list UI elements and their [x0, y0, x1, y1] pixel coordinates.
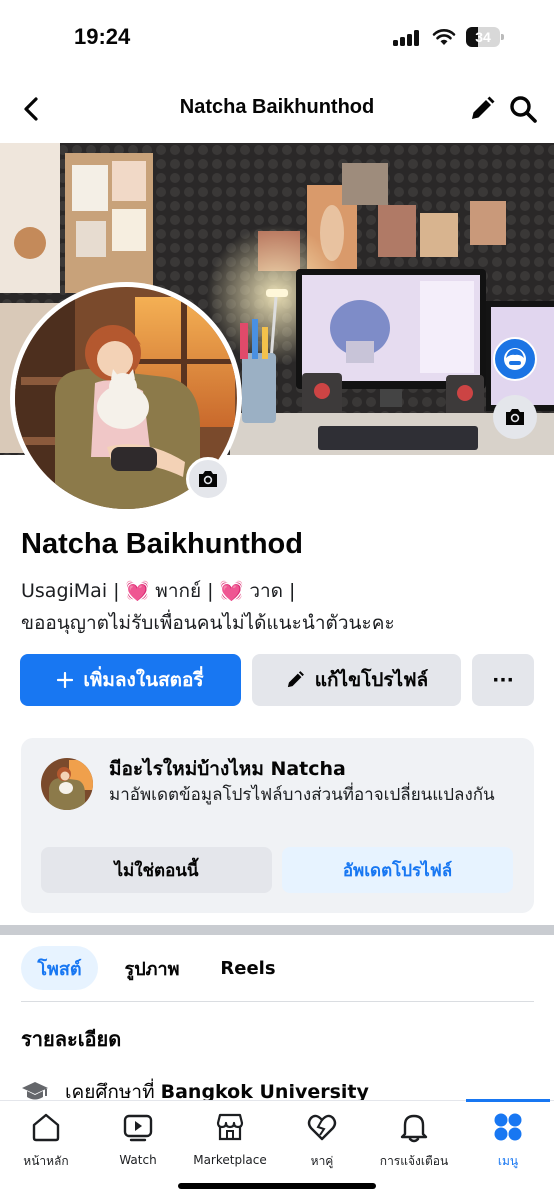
- nav-dating-label: หาคู่: [310, 1154, 334, 1168]
- menu-icon: [494, 1113, 522, 1140]
- nav-home-label: หน้าหลัก: [23, 1154, 69, 1168]
- dating-icon: [307, 1114, 337, 1140]
- pencil-icon[interactable]: [468, 95, 496, 123]
- tab-reels[interactable]: Reels: [208, 946, 288, 990]
- battery-level: 34: [475, 29, 491, 45]
- status-bar: 19:24 34: [0, 0, 554, 75]
- nav-dating[interactable]: หาคู่: [276, 1109, 368, 1171]
- home-icon: [32, 1113, 60, 1141]
- battery-icon: 34: [466, 27, 504, 47]
- heart-emoji: 💓: [125, 580, 150, 602]
- card-avatar: [41, 758, 93, 810]
- edit-profile-button[interactable]: แก้ไขโปรไฟล์: [252, 654, 461, 706]
- signal-icon: [393, 30, 421, 46]
- add-to-story-button[interactable]: เพิ่มลงในสตอรี่: [20, 654, 241, 706]
- bio-line-1: UsagiMai | 💓 พากย์ | 💓 วาด |: [21, 576, 295, 606]
- nav-watch-label: Watch: [119, 1153, 157, 1167]
- status-time: 19:24: [74, 24, 131, 49]
- nav-watch[interactable]: Watch: [92, 1109, 184, 1171]
- watch-icon: [123, 1114, 153, 1142]
- update-profile-button[interactable]: อัพเดตโปรไฟล์: [282, 847, 513, 893]
- search-icon[interactable]: [508, 94, 538, 124]
- wifi-icon: [432, 29, 456, 45]
- tab-posts[interactable]: โพสต์: [21, 946, 98, 990]
- not-now-button[interactable]: ไม่ใช่ตอนนี้: [41, 847, 272, 893]
- marketplace-icon: [216, 1113, 244, 1141]
- nav-notifications[interactable]: การแจ้งเตือน: [368, 1109, 460, 1171]
- bell-icon: [400, 1114, 428, 1142]
- card-title: มีอะไรใหม่บ้างไหม Natcha: [109, 758, 346, 780]
- tab-photos[interactable]: รูปภาพ: [110, 946, 194, 990]
- camera-icon: [199, 471, 217, 487]
- camera-icon: [506, 409, 524, 425]
- edit-profile-label: แก้ไขโปรไฟล์: [314, 669, 429, 691]
- section-divider: [0, 925, 554, 935]
- cover-camera-button[interactable]: [493, 395, 537, 439]
- nav-menu[interactable]: เมนู: [462, 1109, 554, 1171]
- add-to-story-label: เพิ่มลงในสตอรี่: [83, 669, 204, 691]
- nav-marketplace-label: Marketplace: [193, 1153, 267, 1167]
- avatar-creator-button[interactable]: [493, 337, 537, 381]
- nav-menu-label: เมนู: [497, 1154, 519, 1168]
- profile-name: Natcha Baikhunthod: [21, 528, 303, 560]
- bio-text: วาด |: [243, 580, 296, 602]
- plus-icon: [57, 672, 74, 688]
- nav-notifications-label: การแจ้งเตือน: [379, 1154, 449, 1168]
- tabs-divider: [21, 1001, 534, 1002]
- heart-emoji: 💓: [219, 580, 244, 602]
- avatar-face-icon: [504, 348, 526, 370]
- home-indicator[interactable]: [178, 1183, 376, 1189]
- profile-header: Natcha Baikhunthod: [0, 80, 554, 140]
- avatar-camera-button[interactable]: [186, 457, 230, 501]
- bio-text: พากย์ |: [149, 580, 220, 602]
- bio-text: UsagiMai |: [21, 580, 126, 602]
- more-options-button[interactable]: ···: [472, 654, 534, 706]
- pencil-icon: [285, 670, 305, 690]
- details-title: รายละเอียด: [21, 1027, 122, 1051]
- profile-update-card: มีอะไรใหม่บ้างไหม Natcha มาอัพเดตข้อมูลโ…: [21, 738, 534, 913]
- active-tab-indicator: [466, 1099, 550, 1102]
- more-dots-icon: ···: [492, 669, 514, 691]
- nav-home[interactable]: หน้าหลัก: [0, 1109, 92, 1171]
- bio-line-2: ขออนุญาตไม่รับเพื่อนคนไม่ได้แนะนำตัวนะคะ: [21, 612, 395, 634]
- card-description: มาอัพเดตข้อมูลโปรไฟล์บางส่วนที่อาจเปลี่ย…: [109, 785, 495, 805]
- nav-marketplace[interactable]: Marketplace: [184, 1109, 276, 1171]
